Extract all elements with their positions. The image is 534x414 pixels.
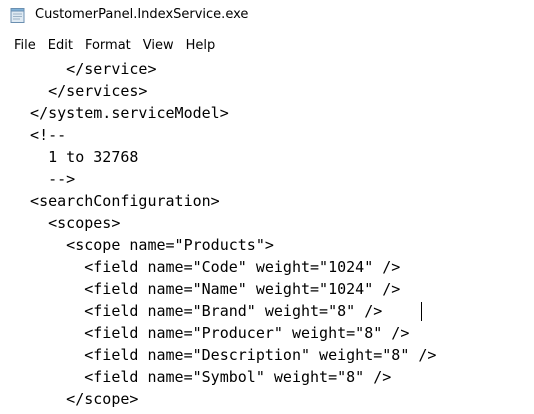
text-editor-area[interactable]: </service> </services> </system.serviceM… [0, 57, 534, 414]
code-line: --> [12, 170, 76, 188]
title-bar: CustomerPanel.IndexService.exe [0, 0, 534, 32]
menu-format[interactable]: Format [79, 36, 137, 55]
notepad-document-icon [10, 8, 25, 23]
menu-view[interactable]: View [137, 36, 180, 55]
menu-help[interactable]: Help [180, 36, 222, 55]
code-line: 1 to 32768 [12, 148, 139, 166]
code-line: <searchConfiguration> [12, 192, 220, 210]
code-line: <field name="Brand" weight="8" /> [12, 302, 383, 320]
window-title: CustomerPanel.IndexService.exe [35, 7, 249, 22]
code-line: <field name="Producer" weight="8" /> [12, 324, 410, 342]
code-line: </service> [12, 60, 157, 78]
menu-edit[interactable]: Edit [42, 36, 79, 55]
code-line: <scope name="Products"> [12, 236, 274, 254]
code-line: <field name="Code" weight="1024" /> [12, 258, 401, 276]
code-line: <field name="Description" weight="8" /> [12, 346, 437, 364]
text-caret [421, 302, 422, 321]
code-line: </scope> [12, 390, 139, 408]
code-line: <!-- [12, 126, 67, 144]
code-line: <scopes> [12, 214, 121, 232]
menu-bar: File Edit Format View Help [0, 34, 534, 56]
menu-file[interactable]: File [8, 36, 42, 55]
code-line: <field name="Name" weight="1024" /> [12, 280, 401, 298]
code-line: </services> [12, 82, 148, 100]
code-line: <field name="Symbol" weight="8" /> [12, 368, 392, 386]
code-line: </system.serviceModel> [12, 104, 229, 122]
